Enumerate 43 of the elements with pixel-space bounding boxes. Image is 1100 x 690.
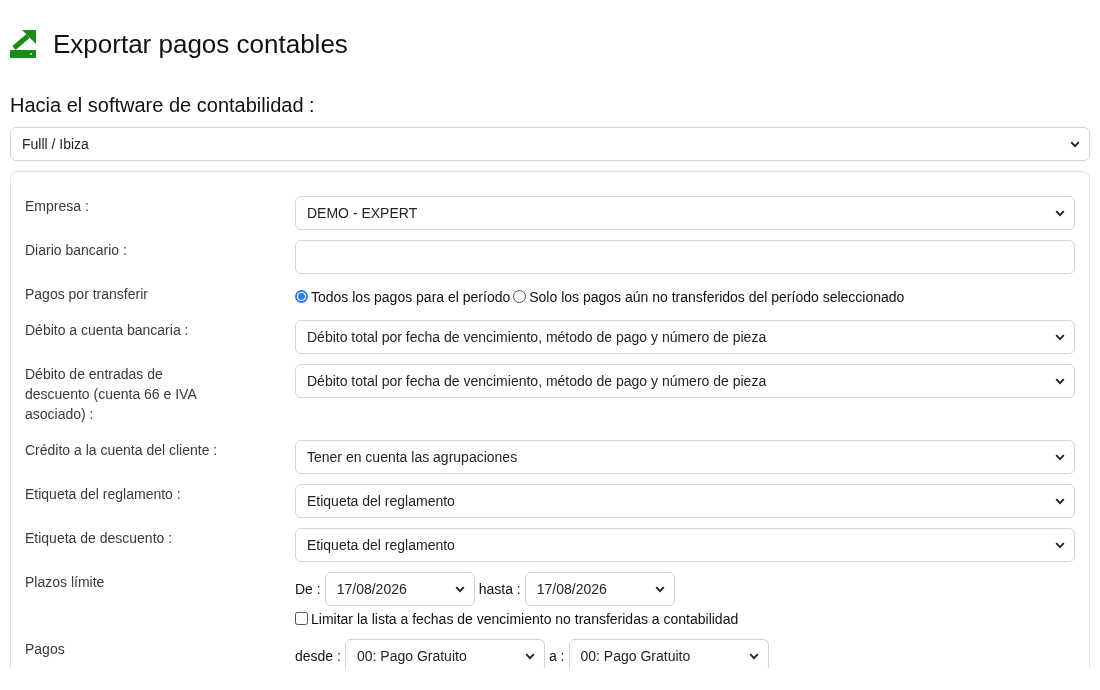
- field-label: Débito de entradas de descuento (cuenta 66 e IVA asociado) :: [25, 365, 198, 424]
- range-label: hasta :: [478, 581, 521, 597]
- chevron-down-icon: [654, 585, 665, 593]
- dropdown[interactable]: Etiqueta del reglamento: [295, 484, 1075, 518]
- field-label: Crédito a la cuenta del cliente :: [25, 441, 218, 460]
- field-label: Débito a cuenta bancaria :: [25, 321, 189, 340]
- range-label: a :: [548, 648, 565, 664]
- chevron-down-icon: [1055, 209, 1065, 217]
- dropdown[interactable]: Débito total por fecha de vencimiento, método de pago y número de pieza: [295, 364, 1075, 398]
- dropdown[interactable]: Etiqueta del reglamento: [295, 528, 1075, 562]
- checkbox-option[interactable]: Limitar la lista a fechas de vencimiento no transferidas a contabilidad: [295, 608, 739, 629]
- dropdown[interactable]: 17/08/2026: [324, 572, 475, 606]
- chevron-down-icon: [1055, 333, 1065, 341]
- dropdown[interactable]: DEMO - EXPERT: [295, 196, 1075, 230]
- dropdown[interactable]: Débito total por fecha de vencimiento, método de pago y número de pieza: [295, 320, 1075, 354]
- dropdown[interactable]: 00: Pago Gratuito: [568, 639, 769, 668]
- range-label: desde :: [295, 648, 341, 664]
- chevron-down-icon: [1055, 453, 1065, 461]
- software-dropdown[interactable]: Fulll / Ibiza: [10, 127, 1090, 161]
- radio-option[interactable]: Solo los pagos aún no transferidos del período seleccionado: [513, 288, 905, 305]
- field-label: Etiqueta de descuento :: [25, 529, 173, 548]
- chevron-down-icon: [1055, 497, 1065, 505]
- field-label: Etiqueta del reglamento :: [25, 485, 181, 504]
- chevron-down-icon: [524, 652, 535, 660]
- field-label: Diario bancario :: [25, 241, 127, 260]
- chevron-down-icon: [1070, 140, 1080, 148]
- text-input[interactable]: [295, 240, 1075, 274]
- section-heading: Hacia el software de contabilidad :: [10, 93, 316, 117]
- range-label: De :: [295, 581, 321, 597]
- field-label: Plazos límite: [25, 573, 105, 592]
- chevron-down-icon: [1055, 541, 1065, 549]
- radio-option[interactable]: Todos los pagos para el período: [295, 288, 511, 305]
- field-label: Pagos por transferir: [25, 285, 148, 304]
- chevron-down-icon: [1055, 377, 1065, 385]
- chevron-down-icon: [748, 652, 759, 660]
- field-label: Pagos: [25, 640, 65, 659]
- dropdown[interactable]: 00: Pago Gratuito: [344, 639, 545, 668]
- tray-arrow-icon: [10, 30, 36, 58]
- page-title: Exportar pagos contables: [53, 29, 348, 59]
- dropdown[interactable]: Tener en cuenta las agrupaciones: [295, 440, 1075, 474]
- chevron-down-icon: [454, 585, 465, 593]
- dropdown[interactable]: 17/08/2026: [524, 572, 675, 606]
- field-label: Empresa :: [25, 197, 89, 216]
